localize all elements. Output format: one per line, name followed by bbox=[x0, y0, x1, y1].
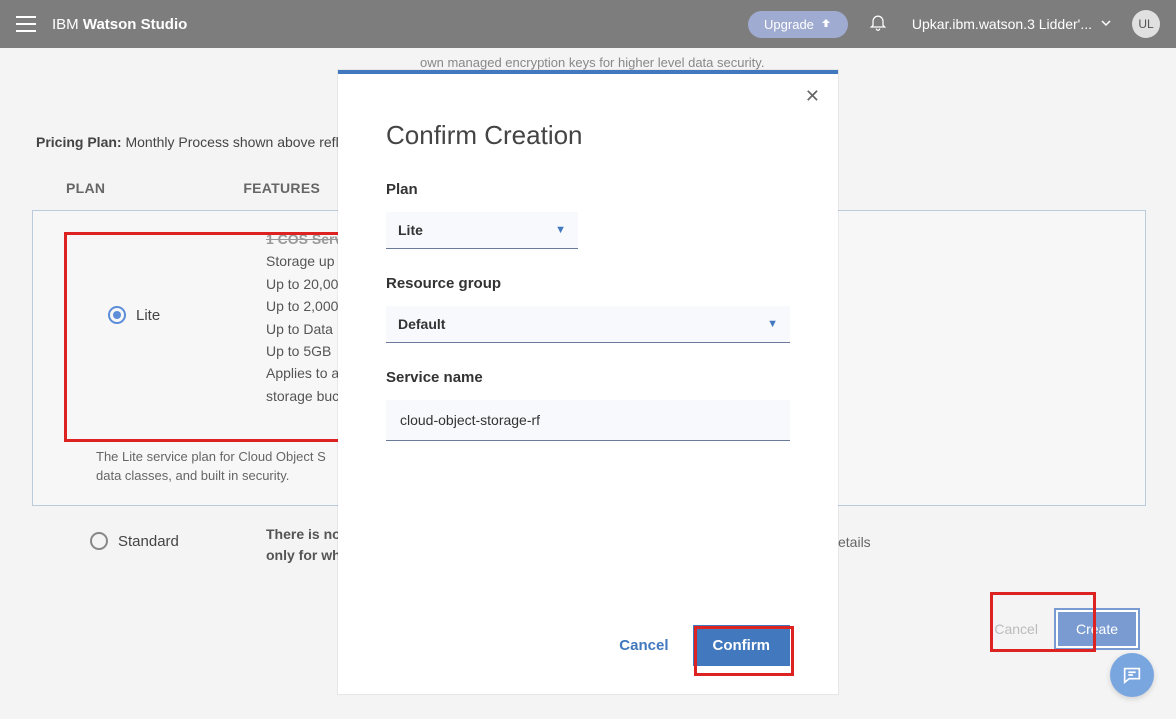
chevron-down-icon: ▼ bbox=[767, 318, 778, 330]
feature-line: Up to 5GB bbox=[266, 340, 342, 362]
top-header: IBM Watson Studio Upgrade Upkar.ibm.wats… bbox=[0, 0, 1176, 48]
desc-line: only for wh bbox=[266, 545, 341, 566]
user-menu[interactable]: Upkar.ibm.watson.3 Lidder'... UL bbox=[912, 10, 1160, 38]
resource-group-select[interactable]: Default ▼ bbox=[386, 306, 790, 343]
feature-blurb: own managed encryption keys for higher l… bbox=[420, 48, 1146, 72]
radio-lite-label: Lite bbox=[136, 307, 160, 324]
pricing-plan-row: Pricing Plan: Monthly Process shown abov… bbox=[36, 134, 346, 150]
brand: IBM Watson Studio bbox=[52, 16, 187, 33]
desc-line: There is no bbox=[266, 524, 341, 545]
brand-name: Watson Studio bbox=[83, 16, 187, 33]
avatar[interactable]: UL bbox=[1132, 10, 1160, 38]
plan-radio-lite[interactable]: Lite bbox=[108, 306, 160, 324]
desc-line: The Lite service plan for Cloud Object S bbox=[96, 448, 326, 467]
upgrade-button[interactable]: Upgrade bbox=[748, 11, 848, 38]
radio-unselected-icon bbox=[90, 532, 108, 550]
plan-select[interactable]: Lite ▼ bbox=[386, 212, 578, 249]
brand-prefix: IBM bbox=[52, 16, 79, 33]
plan-select-value: Lite bbox=[398, 222, 423, 238]
pricing-label: Pricing Plan: bbox=[36, 134, 122, 150]
user-label: Upkar.ibm.watson.3 Lidder'... bbox=[912, 16, 1092, 32]
notifications-icon[interactable] bbox=[868, 12, 888, 37]
col-plan: PLAN bbox=[66, 180, 105, 196]
service-name-input[interactable] bbox=[386, 400, 790, 441]
plan-field-label: Plan bbox=[386, 181, 790, 198]
radio-selected-icon bbox=[108, 306, 126, 324]
chevron-down-icon bbox=[1100, 16, 1112, 32]
col-features: FEATURES bbox=[243, 180, 320, 196]
page-actions: Cancel Create bbox=[994, 610, 1138, 648]
menu-icon[interactable] bbox=[16, 14, 36, 34]
page-create-button[interactable]: Create bbox=[1056, 610, 1138, 648]
pricing-text: Monthly Process shown above refle bbox=[125, 134, 346, 150]
page-cancel-button[interactable]: Cancel bbox=[994, 621, 1038, 637]
chevron-down-icon: ▼ bbox=[555, 224, 566, 236]
avatar-initials: UL bbox=[1138, 17, 1153, 31]
confirm-creation-dialog: ✕ Confirm Creation Plan Lite ▼ Resource … bbox=[338, 70, 838, 694]
feature-line: storage buc bbox=[266, 385, 342, 407]
standard-plan-description: There is no only for wh bbox=[266, 524, 341, 566]
upgrade-label: Upgrade bbox=[764, 17, 814, 32]
feature-line: 1 COS Serv bbox=[266, 228, 342, 250]
feature-line: Up to 20,00 bbox=[266, 273, 342, 295]
close-icon[interactable]: ✕ bbox=[805, 86, 820, 107]
desc-line: data classes, and built in security. bbox=[96, 467, 326, 486]
feature-line: Up to 2,000 bbox=[266, 295, 342, 317]
lite-features-list: 1 COS Serv Storage up Up to 20,00 Up to … bbox=[266, 228, 342, 407]
upload-icon bbox=[820, 17, 832, 32]
chat-fab[interactable] bbox=[1110, 653, 1154, 697]
feature-line: Storage up bbox=[266, 250, 342, 272]
feature-line: Applies to a bbox=[266, 362, 342, 384]
radio-standard-label: Standard bbox=[118, 533, 179, 550]
details-fragment: etails bbox=[838, 534, 871, 550]
dialog-cancel-button[interactable]: Cancel bbox=[619, 637, 668, 654]
dialog-confirm-button[interactable]: Confirm bbox=[693, 625, 791, 666]
feature-line: Up to Data bbox=[266, 318, 342, 340]
service-name-label: Service name bbox=[386, 369, 790, 386]
plan-radio-standard[interactable]: Standard bbox=[90, 532, 179, 550]
dialog-title: Confirm Creation bbox=[386, 120, 790, 151]
plan-table-header: PLAN FEATURES bbox=[66, 180, 320, 196]
resource-group-label: Resource group bbox=[386, 275, 790, 292]
lite-plan-description: The Lite service plan for Cloud Object S… bbox=[96, 448, 326, 486]
resource-group-value: Default bbox=[398, 316, 445, 332]
